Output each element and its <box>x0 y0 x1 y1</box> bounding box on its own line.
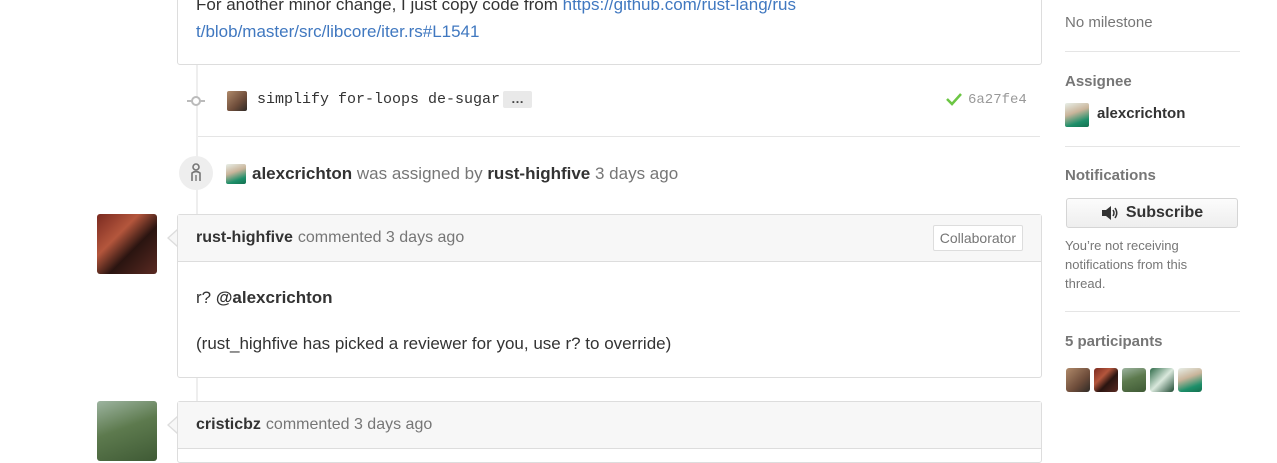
collaborator-badge: Collaborator <box>932 225 1023 251</box>
sidebar-divider <box>1065 146 1240 147</box>
timeline-divider <box>198 136 1040 137</box>
comment-action[interactable]: commented 3 days ago <box>298 229 464 247</box>
comment-line1-prefix: r? <box>196 288 216 307</box>
participant-avatar[interactable] <box>1094 368 1118 392</box>
rust-highfive-avatar[interactable] <box>97 214 157 274</box>
commit-sha[interactable]: 6a27fe4 <box>968 92 1027 108</box>
top-comment-box: For another minor change, I just copy co… <box>177 0 1042 65</box>
comment-author[interactable]: cristicbz <box>196 416 261 434</box>
top-comment-prefix: For another minor change, I just copy co… <box>196 0 563 14</box>
assignee-avatar[interactable] <box>1065 103 1089 127</box>
commit-expand-button[interactable]: … <box>503 91 532 108</box>
participant-avatar[interactable] <box>1122 368 1146 392</box>
notifications-title: Notifications <box>1065 167 1156 184</box>
check-icon <box>945 90 963 108</box>
comment-action[interactable]: commented 3 days ago <box>266 416 432 434</box>
comment-body-line1: r? @alexcrichton <box>196 288 333 308</box>
speaker-icon <box>1101 205 1119 221</box>
assign-event-icon <box>179 156 213 190</box>
mention-link[interactable]: @alexcrichton <box>216 288 333 307</box>
subscribe-button[interactable]: Subscribe <box>1066 198 1238 228</box>
cristicbz-avatar[interactable] <box>97 401 157 461</box>
assigner-link[interactable]: rust-highfive <box>487 164 590 183</box>
commit-message[interactable]: simplify for-loops de-sugar <box>257 91 500 108</box>
assignee-name[interactable]: alexcrichton <box>1097 105 1185 122</box>
subscribe-label: Subscribe <box>1125 204 1204 221</box>
participant-avatar[interactable] <box>1066 368 1090 392</box>
sidebar-divider <box>1065 311 1240 312</box>
comment-body-line2: (rust_highfive has picked a reviewer for… <box>196 334 672 353</box>
sidebar-divider <box>1065 51 1240 52</box>
participants-list <box>1066 368 1206 392</box>
comment-header: rust-highfive commented 3 days ago Colla… <box>178 215 1041 262</box>
assign-event-avatar[interactable] <box>226 164 246 184</box>
comment-header: cristicbz commented 3 days ago <box>178 402 1041 449</box>
person-icon <box>191 163 201 181</box>
comment-author[interactable]: rust-highfive <box>196 229 293 247</box>
commit-icon <box>187 92 205 110</box>
assign-event-text: alexcrichton was assigned by rust-highfi… <box>252 164 678 184</box>
top-comment-text: For another minor change, I just copy co… <box>196 0 796 45</box>
assign-event-middle: was assigned by <box>356 164 483 183</box>
participant-avatar[interactable] <box>1178 368 1202 392</box>
assignee-title[interactable]: Assignee <box>1065 73 1132 90</box>
participants-title: 5 participants <box>1065 333 1163 350</box>
notifications-note: You’re not receiving notifications from … <box>1065 238 1188 291</box>
assign-event-time[interactable]: 3 days ago <box>595 164 678 183</box>
commit-author-avatar[interactable] <box>227 91 247 111</box>
assignee-link[interactable]: alexcrichton <box>252 164 352 183</box>
comment-cristicbz: cristicbz commented 3 days ago <box>177 401 1042 463</box>
commit-event: simplify for-loops de-sugar … 6a27fe4 <box>177 82 1040 118</box>
comment-rust-highfive: rust-highfive commented 3 days ago Colla… <box>177 214 1042 378</box>
milestone-value: No milestone <box>1065 14 1153 31</box>
participant-avatar[interactable] <box>1150 368 1174 392</box>
